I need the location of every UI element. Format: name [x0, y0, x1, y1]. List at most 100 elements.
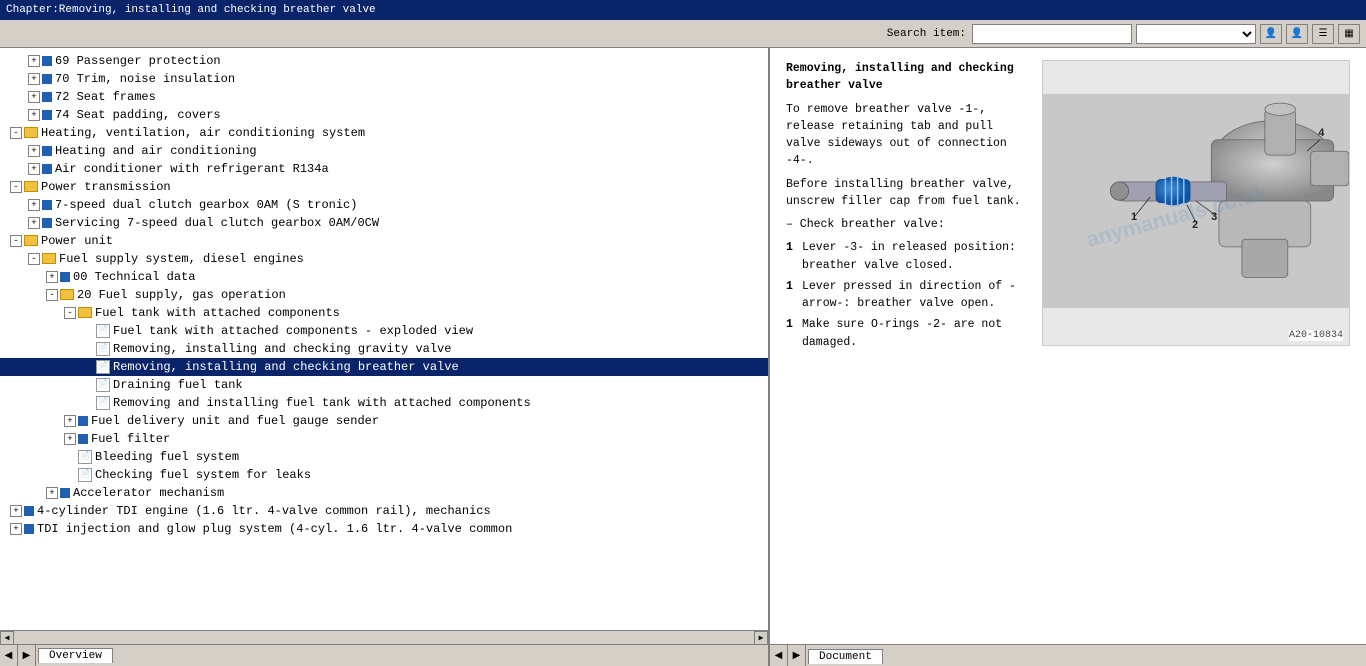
doc-nav-right-btn[interactable]: ▶	[788, 645, 806, 666]
expand-icon[interactable]: +	[46, 271, 58, 283]
tree-item[interactable]: +Heating and air conditioning	[0, 142, 768, 160]
text-content: Removing, installing and checking breath…	[786, 60, 1026, 632]
doc-icon: 📄	[96, 378, 110, 392]
expand-icon[interactable]: +	[28, 199, 40, 211]
tree-item[interactable]: -Fuel tank with attached components	[0, 304, 768, 322]
document-tab[interactable]: Document	[808, 649, 883, 664]
tree-item[interactable]: 📄Bleeding fuel system	[0, 448, 768, 466]
menu-icon-btn[interactable]: ☰	[1312, 24, 1334, 44]
expand-icon[interactable]: -	[10, 235, 22, 247]
tree-item[interactable]: 📄Removing, installing and checking gravi…	[0, 340, 768, 358]
tree-item[interactable]: 📄Removing, installing and checking breat…	[0, 358, 768, 376]
folder-icon	[60, 289, 74, 300]
expand-icon[interactable]: +	[28, 73, 40, 85]
item-row-3: 1 Make sure O-rings -2- are not damaged.	[786, 316, 1026, 351]
expand-icon[interactable]: +	[28, 145, 40, 157]
doc-icon: 📄	[96, 342, 110, 356]
expand-icon[interactable]: +	[64, 415, 76, 427]
expand-icon[interactable]: +	[28, 91, 40, 103]
tree-item[interactable]: 📄Removing and installing fuel tank with …	[0, 394, 768, 412]
expand-icon[interactable]: -	[64, 307, 76, 319]
tree-item[interactable]: - Power transmission	[0, 178, 768, 196]
tree-item-label: 74 Seat padding, covers	[55, 108, 221, 122]
search-input[interactable]	[972, 24, 1132, 44]
image-label: A20-10834	[1289, 330, 1343, 341]
folder-icon	[42, 253, 56, 264]
main-layout: +69 Passenger protection+70 Trim, noise …	[0, 48, 1366, 644]
title-text: Chapter:Removing, installing and checkin…	[6, 4, 376, 16]
nav-right-btn[interactable]: ▶	[18, 645, 36, 666]
blue-icon	[42, 92, 52, 102]
search-select[interactable]	[1136, 24, 1256, 44]
search-label: Search item:	[887, 28, 966, 40]
user-icon-btn-1[interactable]: 👤	[1260, 24, 1282, 44]
blue-icon	[78, 434, 88, 444]
expand-icon[interactable]: +	[28, 217, 40, 229]
scroll-right-btn[interactable]: ▶	[754, 631, 768, 645]
tree-item[interactable]: - Power unit	[0, 232, 768, 250]
nav-left-btn[interactable]: ◀	[0, 645, 18, 666]
tree-item[interactable]: +7-speed dual clutch gearbox 0AM (S tron…	[0, 196, 768, 214]
tree-item-label: Bleeding fuel system	[95, 450, 239, 464]
blue-icon	[60, 488, 70, 498]
tree-item[interactable]: + Accelerator mechanism	[0, 484, 768, 502]
tree-item-label: Accelerator mechanism	[73, 486, 224, 500]
tree-item[interactable]: +72 Seat frames	[0, 88, 768, 106]
tree-item-label: Draining fuel tank	[113, 378, 243, 392]
tree-item-label: Power unit	[41, 234, 113, 248]
tree-scroll[interactable]: +69 Passenger protection+70 Trim, noise …	[0, 48, 768, 630]
tree-item-label: 69 Passenger protection	[55, 54, 221, 68]
tree-item-label: Fuel filter	[91, 432, 170, 446]
expand-icon[interactable]: +	[46, 487, 58, 499]
expand-icon[interactable]: +	[28, 163, 40, 175]
tree-item[interactable]: +00 Technical data	[0, 268, 768, 286]
tree-item[interactable]: -Fuel supply system, diesel engines	[0, 250, 768, 268]
expand-icon[interactable]: -	[46, 289, 58, 301]
expand-icon[interactable]: +	[64, 433, 76, 445]
tree-item[interactable]: +70 Trim, noise insulation	[0, 70, 768, 88]
doc-icon: 📄	[96, 360, 110, 374]
tree-item[interactable]: 📄Checking fuel system for leaks	[0, 466, 768, 484]
tree-item[interactable]: +Servicing 7-speed dual clutch gearbox 0…	[0, 214, 768, 232]
blue-icon	[42, 110, 52, 120]
tree-item[interactable]: -20 Fuel supply, gas operation	[0, 286, 768, 304]
more-icon-btn[interactable]: ▦	[1338, 24, 1360, 44]
section-title: Removing, installing and checking breath…	[786, 60, 1026, 95]
expand-icon[interactable]: -	[10, 127, 22, 139]
tree-item[interactable]: +69 Passenger protection	[0, 52, 768, 70]
tree-item-label: 70 Trim, noise insulation	[55, 72, 235, 86]
horizontal-scrollbar[interactable]: ◀ ▶	[0, 630, 768, 644]
tree-item[interactable]: 📄Draining fuel tank	[0, 376, 768, 394]
tree-item[interactable]: +TDI injection and glow plug system (4-c…	[0, 520, 768, 538]
expand-icon[interactable]: +	[10, 523, 22, 535]
blue-icon	[42, 200, 52, 210]
expand-icon[interactable]: +	[10, 505, 22, 517]
tree-item-label: Fuel tank with attached components - exp…	[113, 324, 473, 338]
doc-nav-left-btn[interactable]: ◀	[770, 645, 788, 666]
expand-icon[interactable]: -	[28, 253, 40, 265]
expand-icon[interactable]: +	[28, 109, 40, 121]
right-panel: Removing, installing and checking breath…	[770, 48, 1366, 644]
expand-icon[interactable]: +	[28, 55, 40, 67]
tree-item[interactable]: +74 Seat padding, covers	[0, 106, 768, 124]
tree-item-label: 72 Seat frames	[55, 90, 156, 104]
blue-icon	[78, 416, 88, 426]
tree-item-label: 7-speed dual clutch gearbox 0AM (S troni…	[55, 198, 357, 212]
user-icon-btn-2[interactable]: 👤	[1286, 24, 1308, 44]
tree-item[interactable]: +4-cylinder TDI engine (1.6 ltr. 4-valve…	[0, 502, 768, 520]
status-bar: ◀ ▶ Overview ◀ ▶ Document	[0, 644, 1366, 666]
status-right: ◀ ▶ Document	[770, 645, 1366, 666]
doc-icon: 📄	[96, 324, 110, 338]
tree-item[interactable]: +Fuel delivery unit and fuel gauge sende…	[0, 412, 768, 430]
expand-icon[interactable]: -	[10, 181, 22, 193]
doc-icon: 📄	[78, 450, 92, 464]
tree-item[interactable]: + Fuel filter	[0, 430, 768, 448]
tree-item-label: Power transmission	[41, 180, 171, 194]
tree-item[interactable]: -Heating, ventilation, air conditioning …	[0, 124, 768, 142]
scroll-left-btn[interactable]: ◀	[0, 631, 14, 645]
tree-item[interactable]: 📄Fuel tank with attached components - ex…	[0, 322, 768, 340]
overview-tab[interactable]: Overview	[38, 648, 113, 663]
blue-icon	[42, 164, 52, 174]
para-2: Before installing breather valve, unscre…	[786, 176, 1026, 211]
tree-item[interactable]: +Air conditioner with refrigerant R134a	[0, 160, 768, 178]
